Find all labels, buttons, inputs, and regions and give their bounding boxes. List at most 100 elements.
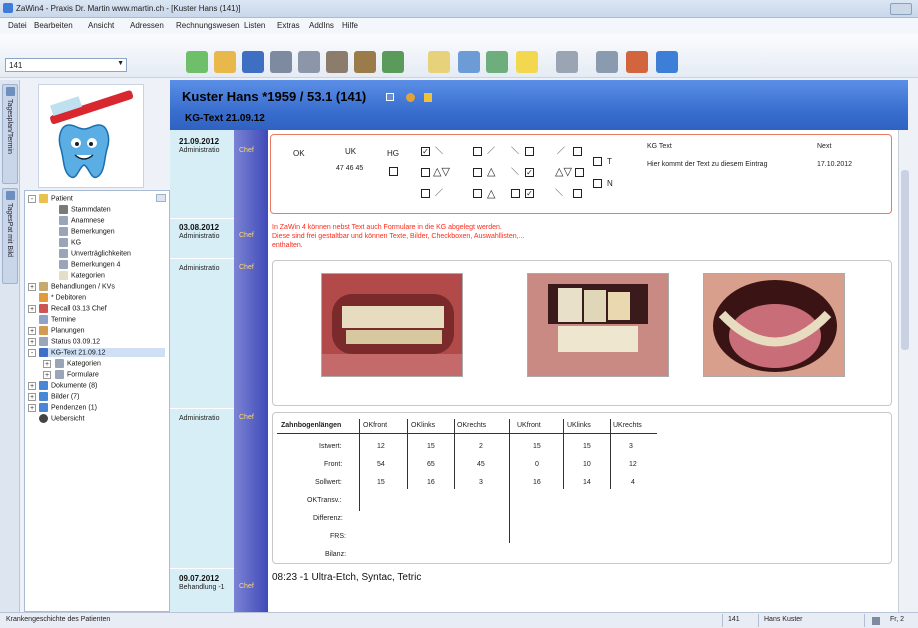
menu-rechnungswesen[interactable]: Rechnungswesen [176,21,240,30]
tree-label: Recall 03.13 Chef [51,305,107,313]
scanner-icon[interactable] [326,51,348,73]
minimize-button[interactable] [890,3,912,15]
checkbox[interactable] [473,189,482,198]
calculator-icon[interactable] [354,51,376,73]
tree-item-pendenzen[interactable]: Pendenzen (1) [39,403,97,412]
tree-icon[interactable] [382,51,404,73]
cell: 45 [477,461,485,468]
list-icon[interactable] [458,51,480,73]
tools-icon[interactable] [596,51,618,73]
chevron-down-icon[interactable]: ▼ [117,60,124,67]
menu-extras[interactable]: Extras [277,21,300,30]
tree-item-unvertraeglichkeiten[interactable]: Unverträglichkeiten [59,249,131,258]
tree-item-behandlungen[interactable]: Behandlungen / KVs [39,282,115,291]
tree-item-formulare[interactable]: Formulare [55,370,99,379]
status-text: Krankengeschichte des Patienten [6,616,111,623]
dental-photo-side[interactable] [527,273,669,377]
menu-datei[interactable]: Datei [8,21,27,30]
tree-item-kg-kategorien[interactable]: Kategorien [55,359,101,368]
kg-form-entry[interactable]: OK UK 47 46 45 HG ✓ ＼ △▽ ／ ／ △ △ ＼ ＼ ✓ ✓… [270,134,892,214]
vertical-scrollbar[interactable] [898,130,910,612]
menu-ansicht[interactable]: Ansicht [88,21,114,30]
checkbox-checked[interactable]: ✓ [421,147,430,156]
checkbox[interactable] [573,147,582,156]
tree-expand-behandlungen[interactable]: + [28,283,36,291]
tree-item-dokumente[interactable]: Dokumente (8) [39,381,97,390]
new-entry-icon[interactable] [186,51,208,73]
dental-photo-occlusal[interactable] [703,273,845,377]
tree-item-bemerkungen-4[interactable]: Bemerkungen 4 [59,260,120,269]
tree-item-debitoren[interactable]: * Debitoren [39,293,86,302]
triangle-icon: △ [487,166,496,178]
menu-hilfe[interactable]: Hilfe [342,21,358,30]
badge-icon[interactable] [406,93,415,102]
tree-expand-bilder[interactable]: + [28,393,36,401]
tree-item-stammdaten[interactable]: Stammdaten [59,205,111,214]
entry-meta: 03.08.2012 Administratio [170,218,234,258]
calendar-icon [39,315,48,324]
save-icon[interactable] [242,51,264,73]
tree-expand-kategorien[interactable]: + [43,360,51,368]
menu-adressen[interactable]: Adressen [130,21,164,30]
tab-tagesplan[interactable]: Tagesplan/Termin [2,84,18,184]
checkbox[interactable] [421,168,430,177]
note-icon[interactable] [424,93,432,102]
tab-tagespat[interactable]: TagesPat mit Bild [2,188,18,284]
refresh-icon[interactable] [656,51,678,73]
dental-photo-front[interactable] [321,273,463,377]
tree-expand-formulare[interactable]: + [43,371,51,379]
checkbox[interactable] [575,168,584,177]
menu-addins[interactable]: AddIns [309,21,334,30]
status-separator [722,614,723,627]
checkbox[interactable] [473,147,482,156]
print-icon[interactable] [270,51,292,73]
menu-bearbeiten[interactable]: Bearbeiten [34,21,73,30]
menu-listen[interactable]: Listen [244,21,265,30]
tree-expand-dokumente[interactable]: + [28,382,36,390]
layout-icon[interactable] [556,51,578,73]
note-icon[interactable] [516,51,538,73]
entry-text: 08:23 -1 Ultra-Etch, Syntac, Tetric [272,572,422,583]
tree-collapse-kg-text[interactable]: - [28,349,36,357]
tree-item-planungen[interactable]: Planungen [39,326,84,335]
checkbox-t[interactable] [593,157,602,166]
checkbox[interactable] [511,189,520,198]
patient-combo[interactable]: 141 ▼ [5,58,127,72]
checkbox[interactable] [573,189,582,198]
tree-item-recall[interactable]: Recall 03.13 Chef [39,304,107,313]
cell: 15 [427,443,435,450]
tree-item-uebersicht[interactable]: Uebersicht [39,414,84,423]
tree-item-anamnese[interactable]: Anamnese [59,216,104,225]
fax-icon[interactable] [298,51,320,73]
hg-checkbox[interactable] [389,167,398,176]
tree-item-bilder[interactable]: Bilder (7) [39,392,79,401]
open-folder-icon[interactable] [214,51,236,73]
tree-expand-status[interactable]: + [28,338,36,346]
kg-text-value: Hier kommt der Text zu diesem Eintrag [647,161,768,168]
tree-item-status[interactable]: Status 03.09.12 [39,337,100,346]
tree-item-kategorien[interactable]: Kategorien [59,271,105,280]
tree-item-patient[interactable]: Patient [39,194,73,203]
checkbox[interactable] [421,189,430,198]
checkbox[interactable] [525,147,534,156]
tree-expand-pendenzen[interactable]: + [28,404,36,412]
tree-expand-recall[interactable]: + [28,305,36,313]
checkbox-checked[interactable]: ✓ [525,189,534,198]
flag-icon[interactable] [386,93,394,101]
document-icon[interactable] [428,51,450,73]
cell: 15 [377,479,385,486]
checkbox-n[interactable] [593,179,602,188]
tree-item-termine[interactable]: Termine [39,315,76,324]
tree-collapse-patient[interactable]: - [28,195,36,203]
form-icon[interactable] [486,51,508,73]
checkbox[interactable] [473,168,482,177]
tree-item-bemerkungen[interactable]: Bemerkungen [59,227,115,236]
tree-item-kg[interactable]: KG [59,238,81,247]
tree-label: Termine [51,316,76,324]
tree-scroll-button[interactable] [156,194,166,202]
tree-expand-planungen[interactable]: + [28,327,36,335]
checkbox-checked[interactable]: ✓ [525,168,534,177]
tree-item-kg-text[interactable]: KG-Text 21.09.12 [39,348,165,357]
alarm-clock-icon[interactable] [626,51,648,73]
scrollbar-thumb[interactable] [901,170,909,350]
